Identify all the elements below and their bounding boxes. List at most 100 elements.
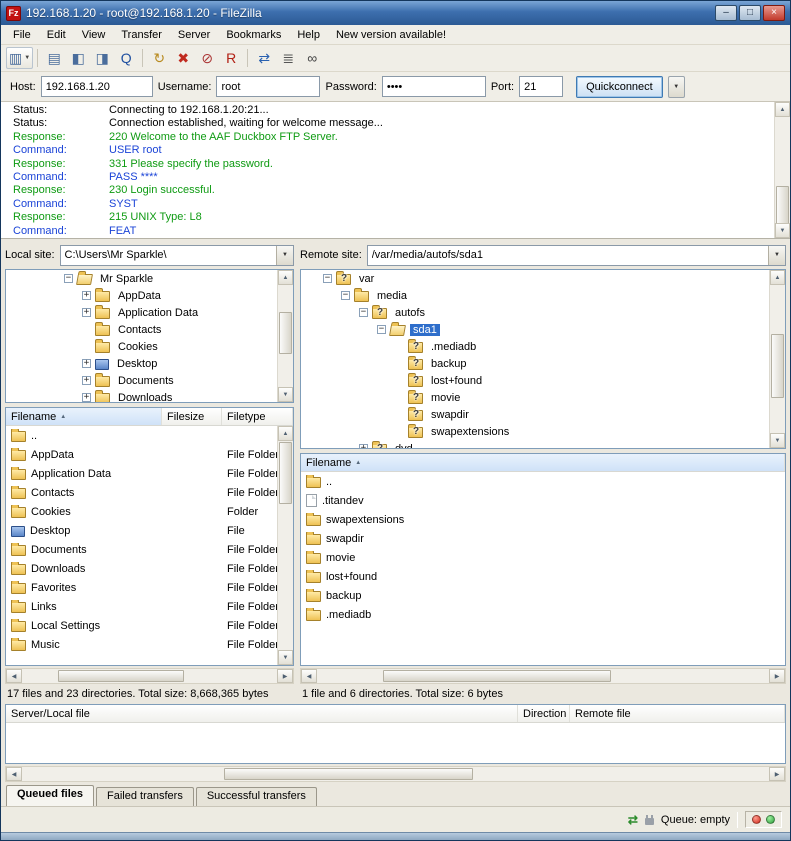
scroll-up-icon[interactable]: ▲ [278,426,293,441]
toolbar-refresh-button[interactable]: ↻ [147,47,171,69]
scroll-down-icon[interactable]: ▼ [770,433,785,448]
expand-icon[interactable]: + [82,393,91,402]
menu-item-new-version-available[interactable]: New version available! [328,26,454,44]
remote-tree-item-swapdir[interactable]: swapdir [301,406,769,423]
local-hscrollbar-thumb[interactable] [58,670,184,682]
local-list-scrollbar-thumb[interactable] [279,442,292,504]
scroll-right-icon[interactable]: ▶ [769,767,785,781]
maximize-button[interactable]: □ [739,5,761,21]
scroll-up-icon[interactable]: ▲ [770,270,785,285]
remote-tree-vertical-scrollbar[interactable]: ▲ ▼ [769,270,785,448]
remote-tree-item-media[interactable]: −media [301,287,769,304]
local-list-vertical-scrollbar[interactable]: ▲ ▼ [277,426,293,665]
remote-tree-item-autofs[interactable]: −autofs [301,304,769,321]
local-file-list[interactable]: Filename▲FilesizeFiletype ..AppDataFile … [5,407,294,666]
column-header-filename[interactable]: Filename▲ [301,454,785,471]
expand-icon[interactable]: + [359,444,368,449]
remote-horizontal-scrollbar[interactable]: ◀ ▶ [300,668,786,684]
remote-tree-item-sda1[interactable]: −sda1 [301,321,769,338]
column-header-filename[interactable]: Filename▲ [6,408,162,425]
local-tree-item-appdata[interactable]: +AppData [6,287,277,304]
local-tree-item-downloads[interactable]: +Downloads [6,389,277,403]
message-log[interactable]: Status:Connecting to 192.168.1.20:21...S… [1,102,790,239]
local-file-row-favorites[interactable]: FavoritesFile Folder [6,578,277,597]
speed-limits-icon[interactable]: ⇄ [628,813,638,827]
port-input[interactable] [519,76,563,97]
expand-icon[interactable]: + [82,308,91,317]
column-header-filesize[interactable]: Filesize [162,408,222,425]
local-tree-item-contacts[interactable]: Contacts [6,321,277,338]
scroll-down-icon[interactable]: ▼ [775,223,790,238]
menu-item-transfer[interactable]: Transfer [113,26,170,44]
toolbar-toggle-local-tree-button[interactable]: ◧ [66,47,90,69]
toolbar-toggle-remote-tree-button[interactable]: ◨ [90,47,114,69]
toolbar-cancel-button[interactable]: ✖ [171,47,195,69]
queue-horizontal-scrollbar[interactable]: ◀ ▶ [5,766,786,782]
chevron-down-icon[interactable]: ▼ [24,55,30,61]
local-file-row-contacts[interactable]: ContactsFile Folder [6,483,277,502]
remote-hscrollbar-thumb[interactable] [383,670,610,682]
menu-item-help[interactable]: Help [289,26,328,44]
expand-icon[interactable]: + [82,359,91,368]
menu-item-file[interactable]: File [5,26,39,44]
menu-item-bookmarks[interactable]: Bookmarks [218,26,289,44]
toolbar-reconnect-button[interactable]: R [219,47,243,69]
remote-site-combo[interactable]: /var/media/autofs/sda1 ▼ [367,245,786,266]
menu-item-server[interactable]: Server [170,26,218,44]
username-input[interactable] [216,76,320,97]
local-file-row-appdata[interactable]: AppDataFile Folder [6,445,277,464]
menu-item-edit[interactable]: Edit [39,26,74,44]
remote-file-row-swapdir[interactable]: swapdir [301,529,785,548]
chevron-down-icon[interactable]: ▼ [768,246,785,265]
collapse-icon[interactable]: − [323,274,332,283]
toolbar-synchronized-browsing-button[interactable]: ⇄ [252,47,276,69]
scroll-left-icon[interactable]: ◀ [6,669,22,683]
collapse-icon[interactable]: − [64,274,73,283]
remote-tree-item-swapextensions[interactable]: swapextensions [301,423,769,440]
tab-successful-transfers[interactable]: Successful transfers [196,787,317,806]
close-button[interactable]: × [763,5,785,21]
host-input[interactable] [41,76,153,97]
collapse-icon[interactable]: − [377,325,386,334]
local-tree-item-mr-sparkle[interactable]: −Mr Sparkle [6,270,277,287]
local-tree-item-documents[interactable]: +Documents [6,372,277,389]
remote-file-row-swapextensions[interactable]: swapextensions [301,510,785,529]
minimize-button[interactable]: – [715,5,737,21]
local-file-row-desktop[interactable]: DesktopFile [6,521,277,540]
toolbar-find-files-button[interactable]: ∞ [300,47,324,69]
scroll-right-icon[interactable]: ▶ [277,669,293,683]
column-header-filetype[interactable]: Filetype [222,408,293,425]
remote-tree[interactable]: −var−media−autofs−sda1.mediadbbackuplost… [300,269,786,449]
scroll-left-icon[interactable]: ◀ [6,767,22,781]
remote-tree-item-mediadb[interactable]: .mediadb [301,338,769,355]
queue-hscrollbar-thumb[interactable] [224,768,473,780]
scroll-left-icon[interactable]: ◀ [301,669,317,683]
expand-icon[interactable]: + [82,376,91,385]
column-header-server-local-file[interactable]: Server/Local file [6,705,518,722]
local-horizontal-scrollbar[interactable]: ◀ ▶ [5,668,294,684]
plug-icon[interactable] [645,818,654,825]
toolbar-toggle-queue-button[interactable]: Q [114,47,138,69]
local-file-row-documents[interactable]: DocumentsFile Folder [6,540,277,559]
scroll-up-icon[interactable]: ▲ [775,102,790,117]
scroll-up-icon[interactable]: ▲ [278,270,293,285]
tab-failed-transfers[interactable]: Failed transfers [96,787,194,806]
toolbar-disconnect-button[interactable]: ⊘ [195,47,219,69]
remote-tree-item-backup[interactable]: backup [301,355,769,372]
local-file-row-application-data[interactable]: Application DataFile Folder [6,464,277,483]
password-input[interactable] [382,76,486,97]
quickconnect-button[interactable]: Quickconnect [576,76,663,98]
remote-tree-item-var[interactable]: −var [301,270,769,287]
local-file-row-cookies[interactable]: CookiesFolder [6,502,277,521]
log-scrollbar-thumb[interactable] [776,186,789,224]
scroll-right-icon[interactable]: ▶ [769,669,785,683]
local-file-row-parent[interactable]: .. [6,426,277,445]
local-tree-scrollbar-thumb[interactable] [279,312,292,354]
transfer-queue[interactable]: Server/Local fileDirectionRemote file [5,704,786,764]
quickconnect-dropdown-button[interactable]: ▼ [668,76,685,98]
collapse-icon[interactable]: − [359,308,368,317]
collapse-icon[interactable]: − [341,291,350,300]
local-tree-item-desktop[interactable]: +Desktop [6,355,277,372]
chevron-down-icon[interactable]: ▼ [276,246,293,265]
remote-file-row-mediadb[interactable]: .mediadb [301,605,785,624]
